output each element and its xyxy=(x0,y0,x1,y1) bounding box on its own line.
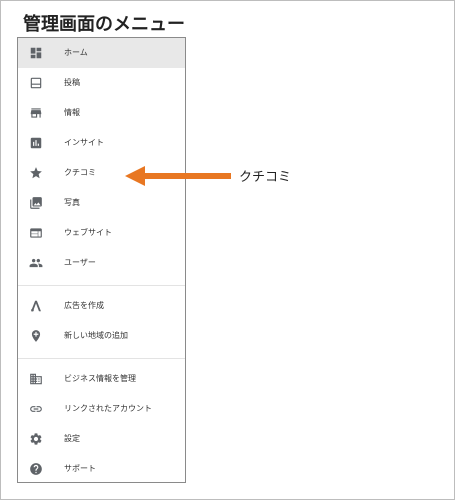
menu-item-linked-accounts[interactable]: リンクされたアカウント xyxy=(18,394,185,424)
menu-divider xyxy=(18,358,185,359)
menu-item-label: 写真 xyxy=(64,198,80,207)
menu-item-settings[interactable]: 設定 xyxy=(18,424,185,454)
menu-item-label: インサイト xyxy=(64,138,104,147)
menu-item-label: 設定 xyxy=(64,434,80,443)
menu-item-website[interactable]: ウェブサイト xyxy=(18,218,185,248)
callout-label: クチコミ xyxy=(239,170,292,185)
store-icon xyxy=(29,106,43,120)
menu-item-insights[interactable]: インサイト xyxy=(18,128,185,158)
dashboard-icon xyxy=(29,46,43,60)
menu-item-label: ビジネス情報を管理 xyxy=(64,374,136,383)
add-location-icon xyxy=(29,329,43,343)
menu-item-label: リンクされたアカウント xyxy=(64,404,152,413)
web-icon xyxy=(29,226,43,240)
link-icon xyxy=(29,402,43,416)
menu-item-label: 新しい地域の追加 xyxy=(64,331,128,340)
menu-item-manage-business[interactable]: ビジネス情報を管理 xyxy=(18,364,185,394)
photo-library-icon xyxy=(29,196,43,210)
help-icon xyxy=(29,462,43,476)
menu-item-create-ad[interactable]: 広告を作成 xyxy=(18,291,185,321)
menu-item-photos[interactable]: 写真 xyxy=(18,188,185,218)
menu-divider xyxy=(18,285,185,286)
menu-item-label: 情報 xyxy=(64,108,80,117)
insights-icon xyxy=(29,136,43,150)
menu-item-label: 投稿 xyxy=(64,78,80,87)
ads-icon xyxy=(29,299,43,313)
menu-item-add-location[interactable]: 新しい地域の追加 xyxy=(18,321,185,351)
business-icon xyxy=(29,372,43,386)
menu-item-info[interactable]: 情報 xyxy=(18,98,185,128)
star-icon xyxy=(29,166,43,180)
post-icon xyxy=(29,76,43,90)
menu-item-home[interactable]: ホーム xyxy=(18,38,185,68)
menu-item-label: ホーム xyxy=(64,48,88,57)
menu-item-label: ウェブサイト xyxy=(64,228,112,237)
menu-item-support[interactable]: サポート xyxy=(18,454,185,484)
menu-item-users[interactable]: ユーザー xyxy=(18,248,185,278)
people-icon xyxy=(29,256,43,270)
menu-item-label: 広告を作成 xyxy=(64,301,104,310)
page-title: 管理画面のメニュー xyxy=(23,14,185,35)
menu-item-label: サポート xyxy=(64,464,96,473)
callout-arrow xyxy=(125,166,231,186)
screenshot-frame: 管理画面のメニュー ホーム 投稿 情報 インサイト クチコミ 写真 ウェブサイト… xyxy=(0,0,455,500)
admin-menu: ホーム 投稿 情報 インサイト クチコミ 写真 ウェブサイト ユーザー 広告を作… xyxy=(17,37,186,483)
gear-icon xyxy=(29,432,43,446)
menu-item-posts[interactable]: 投稿 xyxy=(18,68,185,98)
menu-item-label: ユーザー xyxy=(64,258,96,267)
menu-item-label: クチコミ xyxy=(64,168,96,177)
